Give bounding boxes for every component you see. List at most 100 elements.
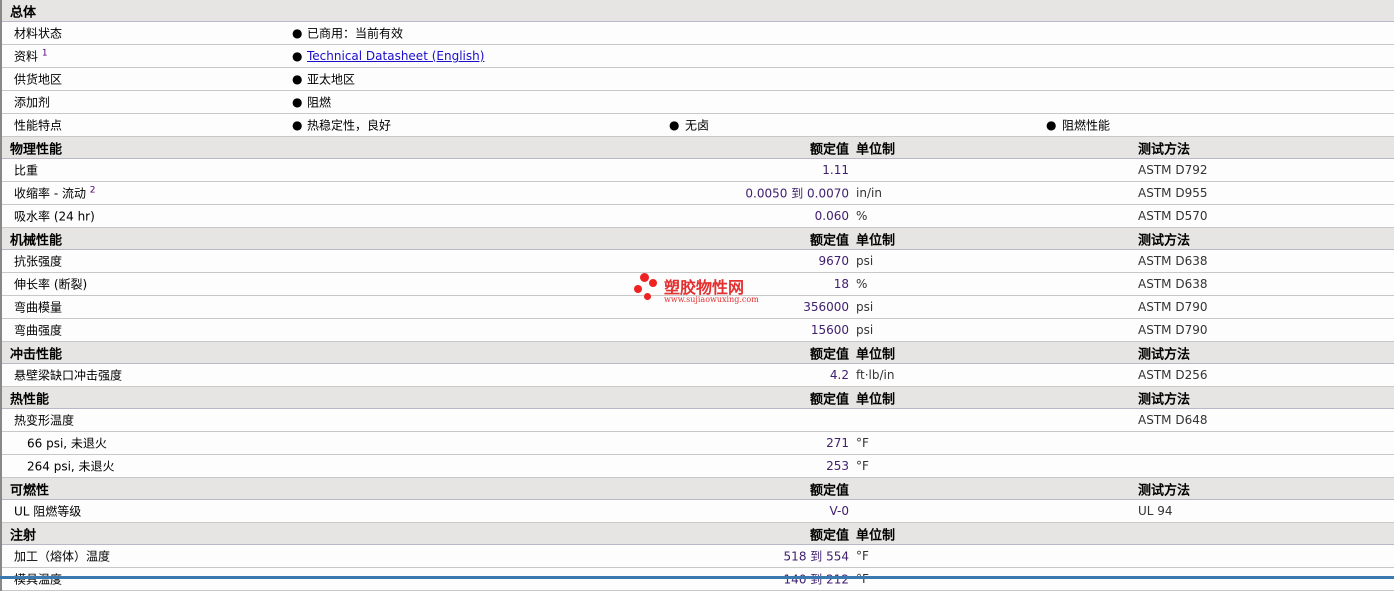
test-method: UL 94 bbox=[1138, 504, 1173, 518]
unit: % bbox=[856, 277, 868, 291]
unit: in/in bbox=[856, 186, 882, 200]
row-label-text: 加工（熔体）温度 bbox=[14, 549, 111, 564]
test-method: ASTM D648 bbox=[1138, 413, 1208, 427]
row-label-text: 添加剂 bbox=[14, 95, 51, 110]
nominal-value: 518 到 554 bbox=[783, 549, 849, 564]
table-row: 66 psi, 未退火 271 °F bbox=[2, 432, 1394, 455]
section-title: 冲击性能 bbox=[10, 347, 63, 362]
unit: psi bbox=[856, 323, 874, 337]
row-label-text: 吸水率 (24 hr) bbox=[14, 209, 95, 224]
column-header-test-method: 测试方法 bbox=[1138, 347, 1191, 362]
row-label: 材料状态 bbox=[14, 25, 62, 42]
column-header-unit: 单位制 bbox=[856, 347, 896, 362]
nominal-value: 0.060 bbox=[814, 209, 849, 223]
nominal-value: 4.2 bbox=[829, 368, 849, 382]
test-method: ASTM D955 bbox=[1138, 186, 1208, 200]
datasheet-link[interactable]: Technical Datasheet (English) bbox=[307, 49, 484, 63]
nominal-value: 18 bbox=[833, 277, 849, 291]
section-header-general: 总体 bbox=[2, 0, 1394, 22]
unit: °F bbox=[856, 549, 869, 563]
row-label: 收缩率 - 流动 2 bbox=[14, 185, 96, 202]
row-label: UL 阻燃等级 bbox=[14, 503, 81, 520]
test-method: ASTM D790 bbox=[1138, 323, 1208, 337]
value-text: 阻燃 bbox=[307, 95, 332, 110]
nominal-value: 356000 bbox=[803, 300, 849, 314]
test-method: ASTM D792 bbox=[1138, 163, 1208, 177]
bullet-icon: ● bbox=[292, 26, 303, 40]
bullet-icon: ● bbox=[1046, 118, 1057, 132]
table-row: 吸水率 (24 hr) 0.060% ASTM D570 bbox=[2, 205, 1394, 228]
value-text: 热稳定性，良好 bbox=[307, 118, 392, 133]
test-method: ASTM D638 bbox=[1138, 254, 1208, 268]
section-header: 注射 额定值 单位制 bbox=[2, 523, 1394, 545]
column-header-value: 额定值 bbox=[809, 483, 849, 498]
table-row: 抗张强度 9670 psi ASTM D638 bbox=[2, 250, 1394, 273]
value-text: 已商用：当前有效 bbox=[307, 26, 404, 41]
unit: psi bbox=[856, 254, 874, 268]
column-header-value: 额定值 bbox=[809, 528, 849, 543]
table-row: 264 psi, 未退火 253 °F bbox=[2, 455, 1394, 478]
logo-dot bbox=[644, 293, 651, 300]
table-row: 比重 1.11 ASTM D792 bbox=[2, 159, 1394, 182]
row-label-text: 弯曲强度 bbox=[14, 323, 63, 338]
row-label: 264 psi, 未退火 bbox=[27, 458, 115, 475]
row-label: 添加剂 bbox=[14, 94, 50, 111]
row-value: 阻燃性能 bbox=[1062, 117, 1110, 134]
row-label-text: 66 psi, 未退火 bbox=[27, 436, 107, 451]
unit: % bbox=[856, 209, 868, 223]
section-header: 机械性能 额定值 单位制 测试方法 bbox=[2, 228, 1394, 250]
value-text: 亚太地区 bbox=[307, 72, 356, 87]
unit: °F bbox=[856, 436, 869, 450]
section-title: 总体 bbox=[10, 5, 37, 20]
column-header-unit: 单位制 bbox=[856, 233, 896, 248]
row-value[interactable]: Technical Datasheet (English) bbox=[307, 49, 484, 63]
nominal-value: 253 bbox=[826, 459, 849, 473]
row-label-text: 资料 bbox=[14, 49, 39, 64]
row-label-text: 模具温度 bbox=[14, 572, 63, 587]
unit: psi bbox=[856, 300, 874, 314]
table-row: 添加剂 ● 阻燃 bbox=[2, 91, 1394, 114]
section-title: 热性能 bbox=[10, 392, 50, 407]
footnote-marker: 1 bbox=[41, 48, 48, 59]
column-header-value: 额定值 bbox=[809, 142, 849, 157]
column-header-value: 额定值 bbox=[809, 347, 849, 362]
bullet-icon: ● bbox=[292, 95, 303, 109]
test-method: ASTM D638 bbox=[1138, 277, 1208, 291]
row-label-text: 供货地区 bbox=[14, 72, 63, 87]
nominal-value: 140 到 212 bbox=[783, 572, 849, 587]
nominal-value: 15600 bbox=[810, 323, 849, 337]
test-method: ASTM D790 bbox=[1138, 300, 1208, 314]
nominal-value: 271 bbox=[826, 436, 849, 450]
table-row: 模具温度 140 到 212 °F bbox=[2, 568, 1394, 591]
row-label: 资料 1 bbox=[14, 48, 48, 65]
watermark-logo: 塑胶物性网 www.sujiaowuxing.com bbox=[632, 271, 772, 311]
section-title: 注射 bbox=[10, 528, 37, 543]
bullet-icon: ● bbox=[292, 118, 303, 132]
row-label: 弯曲强度 bbox=[14, 322, 62, 339]
row-label-text: 性能特点 bbox=[14, 118, 63, 133]
table-row: 资料 1 ● Technical Datasheet (English) bbox=[2, 45, 1394, 68]
watermark-url: www.sujiaowuxing.com bbox=[664, 295, 759, 304]
nominal-value: 0.0050 到 0.0070 bbox=[745, 186, 849, 201]
table-row: UL 阻燃等级 V-0 UL 94 bbox=[2, 500, 1394, 523]
row-label: 性能特点 bbox=[14, 117, 62, 134]
row-label: 模具温度 bbox=[14, 571, 62, 588]
row-label: 抗张强度 bbox=[14, 253, 62, 270]
row-label: 66 psi, 未退火 bbox=[27, 435, 107, 452]
row-label: 伸长率 (断裂) bbox=[14, 276, 87, 293]
logo-dot bbox=[640, 273, 649, 282]
nominal-value: 9670 bbox=[818, 254, 849, 268]
section-header: 冲击性能 额定值 单位制 测试方法 bbox=[2, 342, 1394, 364]
row-label-text: 抗张强度 bbox=[14, 254, 63, 269]
row-label: 吸水率 (24 hr) bbox=[14, 208, 95, 225]
bullet-icon: ● bbox=[292, 72, 303, 86]
section-header: 可燃性 额定值 测试方法 bbox=[2, 478, 1394, 500]
column-header-test-method: 测试方法 bbox=[1138, 142, 1191, 157]
section-title: 机械性能 bbox=[10, 233, 63, 248]
table-row: 性能特点 ● 热稳定性，良好 ● 无卤 ● 阻燃性能 bbox=[2, 114, 1394, 137]
table-row: 收缩率 - 流动 2 0.0050 到 0.0070 in/in ASTM D955 bbox=[2, 182, 1394, 205]
row-label: 悬壁梁缺口冲击强度 bbox=[14, 367, 122, 384]
section-header: 热性能 额定值 单位制 测试方法 bbox=[2, 387, 1394, 409]
row-label-text: 比重 bbox=[14, 163, 39, 178]
column-header-test-method: 测试方法 bbox=[1138, 483, 1191, 498]
